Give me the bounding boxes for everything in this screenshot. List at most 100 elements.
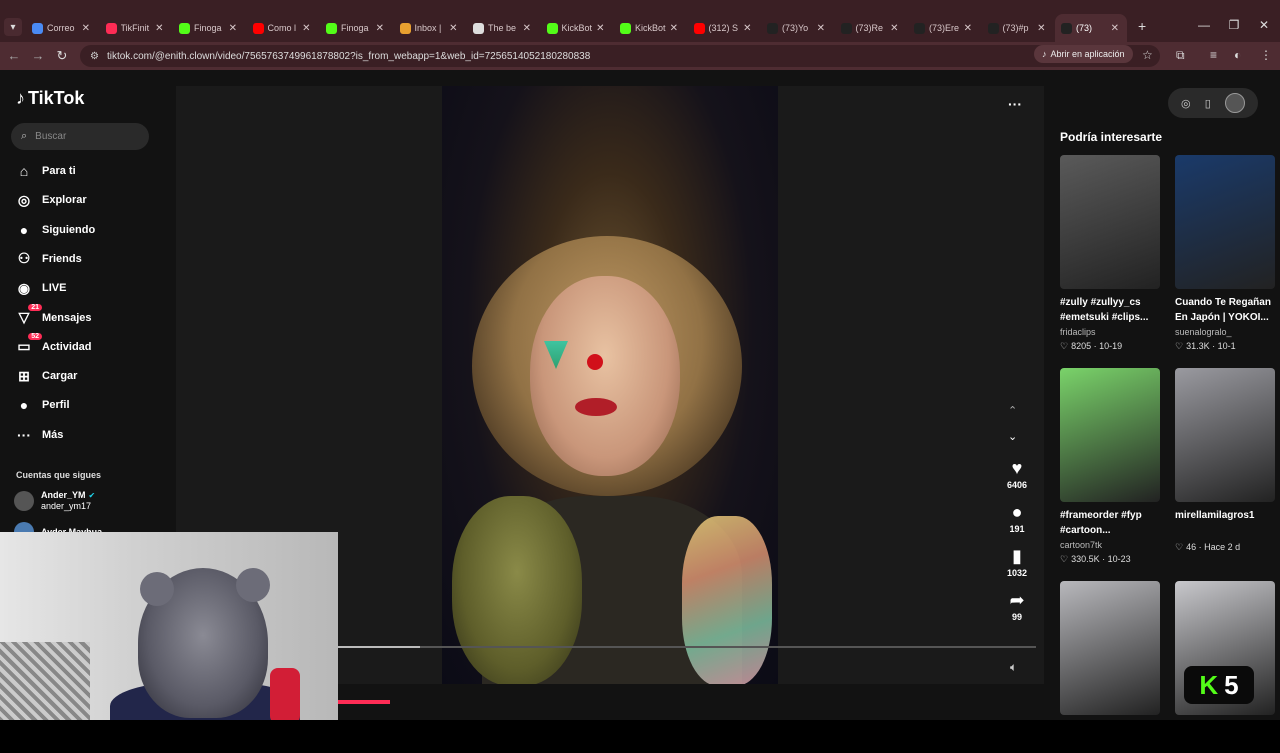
open-in-app-button[interactable]: ♪ Abrir en aplicación bbox=[1034, 45, 1133, 63]
video-author[interactable]: fridaclips bbox=[1060, 327, 1160, 337]
recommended-video-card[interactable] bbox=[1060, 581, 1160, 753]
tab-search-icon[interactable]: ▾ bbox=[4, 18, 22, 36]
close-tab-icon[interactable]: ✕ bbox=[82, 23, 90, 34]
volume-icon[interactable]: 🔈︎ bbox=[1010, 660, 1017, 675]
close-tab-icon[interactable]: ✕ bbox=[155, 23, 163, 34]
sidebar-item-cargar[interactable]: ⊞ Cargar bbox=[14, 365, 77, 387]
recommended-video-card[interactable]: mirellamilagros1 ♡ 46 · Hace 2 d bbox=[1175, 368, 1275, 553]
browser-tab[interactable]: (73)Re ✕ bbox=[835, 14, 907, 42]
minimize-icon[interactable]: — bbox=[1194, 18, 1214, 32]
browser-tab[interactable]: (73) ✕ bbox=[1055, 14, 1127, 42]
browser-tab[interactable]: (312) S ✕ bbox=[688, 14, 760, 42]
video-author[interactable]: suenalogralo_ bbox=[1175, 327, 1275, 337]
media-control-icon[interactable]: ≡ bbox=[1210, 48, 1217, 62]
browser-tab[interactable]: Correo ✕ bbox=[26, 14, 98, 42]
user-avatar[interactable] bbox=[1224, 93, 1245, 113]
restore-icon[interactable]: ❐ bbox=[1224, 18, 1244, 32]
video-thumbnail[interactable] bbox=[1060, 155, 1160, 289]
browser-tab[interactable]: Finoga ✕ bbox=[173, 14, 245, 42]
profile-icon[interactable]: ◐ bbox=[1234, 48, 1241, 62]
recommended-video-card[interactable]: Cuando Te Regañan En Japón | YOKOI... sue… bbox=[1175, 155, 1275, 352]
video-frame[interactable] bbox=[442, 86, 778, 684]
close-tab-icon[interactable]: ✕ bbox=[302, 23, 310, 34]
sidebar-item-perfil[interactable]: ● Perfil bbox=[14, 394, 70, 416]
messages-icon: ▽ 21 bbox=[14, 303, 42, 328]
browser-tab[interactable]: Como l ✕ bbox=[247, 14, 319, 42]
video-thumbnail[interactable] bbox=[1175, 155, 1275, 289]
search-input[interactable]: ⌕ Buscar bbox=[11, 123, 149, 150]
video-description[interactable]: Cuando Te Regañan En Japón | YOKOI... bbox=[1175, 295, 1275, 325]
browser-tab[interactable]: Finoga ✕ bbox=[320, 14, 392, 42]
share-action[interactable]: ➦ 99 bbox=[998, 590, 1036, 622]
new-tab-button[interactable]: + bbox=[1138, 18, 1146, 34]
comment-icon[interactable]: ● bbox=[998, 502, 1036, 522]
video-description[interactable] bbox=[1175, 721, 1275, 751]
tiktok-logo[interactable]: ♪ TikTok bbox=[16, 88, 84, 109]
bookmark-action[interactable]: ▮ 1032 bbox=[998, 546, 1036, 578]
close-tab-icon[interactable]: ✕ bbox=[1111, 23, 1119, 34]
close-tab-icon[interactable]: ✕ bbox=[964, 23, 972, 34]
browser-tab[interactable]: (73)Ere ✕ bbox=[908, 14, 980, 42]
comment-action[interactable]: ● 191 bbox=[998, 502, 1036, 534]
close-tab-icon[interactable]: ✕ bbox=[449, 23, 457, 34]
close-tab-icon[interactable]: ✕ bbox=[670, 23, 678, 34]
video-thumbnail[interactable] bbox=[1060, 368, 1160, 502]
back-icon[interactable]: ← bbox=[6, 48, 22, 63]
close-tab-icon[interactable]: ✕ bbox=[1037, 23, 1045, 34]
device-icon[interactable]: ▯ bbox=[1205, 97, 1211, 110]
video-description[interactable]: mirellamilagros1 bbox=[1175, 508, 1275, 538]
browser-tab[interactable]: Inbox | ✕ bbox=[394, 14, 466, 42]
heart-action[interactable]: ♥ 6406 bbox=[998, 458, 1036, 490]
close-tab-icon[interactable]: ✕ bbox=[376, 23, 384, 34]
video-description[interactable] bbox=[1060, 721, 1160, 751]
close-tab-icon[interactable]: ✕ bbox=[523, 23, 531, 34]
recommended-video-card[interactable]: #frameorder #fyp #cartoon... cartoon7tk ♡ 3… bbox=[1060, 368, 1160, 565]
browser-tab[interactable]: KickBot ✕ bbox=[541, 14, 613, 42]
coins-icon[interactable]: ◎ bbox=[1181, 97, 1191, 110]
browser-tab[interactable]: (73)#p ✕ bbox=[982, 14, 1054, 42]
site-info-icon[interactable]: ⚙ bbox=[90, 51, 99, 62]
video-thumbnail[interactable] bbox=[1060, 581, 1160, 715]
browser-tab[interactable]: TikFinit ✕ bbox=[100, 14, 172, 42]
sidebar-item-live[interactable]: ◉ LIVE bbox=[14, 277, 67, 299]
share-icon[interactable]: ➦ bbox=[998, 590, 1036, 610]
bookmark-icon[interactable]: ▮ bbox=[998, 546, 1036, 566]
browser-tab[interactable]: The be ✕ bbox=[467, 14, 539, 42]
close-tab-icon[interactable]: ✕ bbox=[890, 23, 898, 34]
account-name: Ander_YM bbox=[41, 490, 86, 500]
previous-video-icon[interactable]: ⌃ bbox=[1008, 404, 1017, 417]
reload-icon[interactable]: ↻ bbox=[54, 48, 70, 64]
close-tab-icon[interactable]: ✕ bbox=[229, 23, 237, 34]
recommended-video-card[interactable]: #zully #zullyy_cs #emetsuki #clips... fri… bbox=[1060, 155, 1160, 352]
sidebar-item-actividad[interactable]: ▭ 52 Actividad bbox=[14, 332, 92, 358]
browser-menu-icon[interactable]: ⋮ bbox=[1260, 48, 1272, 62]
bookmark-star-icon[interactable]: ☆ bbox=[1142, 48, 1153, 62]
browser-tab[interactable]: (73)Yo ✕ bbox=[761, 14, 833, 42]
forward-icon[interactable]: → bbox=[30, 48, 46, 63]
next-video-icon[interactable]: ⌄ bbox=[1008, 430, 1017, 443]
live-icon: ◉ bbox=[14, 278, 34, 298]
video-thumbnail[interactable] bbox=[1175, 368, 1275, 502]
sidebar-item-para-ti[interactable]: ⌂ Para ti bbox=[14, 160, 76, 182]
sidebar-item-friends[interactable]: ⚇ Friends bbox=[14, 248, 82, 270]
extensions-icon[interactable]: ⧉ bbox=[1176, 48, 1185, 63]
close-window-icon[interactable]: ✕ bbox=[1254, 18, 1274, 32]
video-progress-bar[interactable] bbox=[336, 646, 1036, 648]
sidebar-item-siguiendo[interactable]: ● Siguiendo bbox=[14, 219, 95, 241]
close-tab-icon[interactable]: ✕ bbox=[743, 23, 751, 34]
sidebar-item-más[interactable]: ··· Más bbox=[14, 424, 63, 446]
url-bar[interactable]: ⚙ tiktok.com/@enith.clown/video/75657637… bbox=[80, 45, 1160, 67]
close-tab-icon[interactable]: ✕ bbox=[817, 23, 825, 34]
tab-favicon-icon bbox=[105, 22, 117, 34]
icon-glyph: ● bbox=[19, 221, 29, 238]
more-options-icon[interactable]: ··· bbox=[1008, 96, 1022, 112]
sidebar-item-explorar[interactable]: ◎ Explorar bbox=[14, 189, 87, 211]
sidebar-item-mensajes[interactable]: ▽ 21 Mensajes bbox=[14, 303, 92, 329]
video-description[interactable]: #zully #zullyy_cs #emetsuki #clips... bbox=[1060, 295, 1160, 325]
video-author[interactable]: cartoon7tk bbox=[1060, 540, 1160, 550]
video-description[interactable]: #frameorder #fyp #cartoon... bbox=[1060, 508, 1160, 538]
browser-tab[interactable]: KickBot ✕ bbox=[614, 14, 686, 42]
following-account[interactable]: Ander_YM ✔ ander_ym17 bbox=[14, 490, 95, 512]
heart-icon[interactable]: ♥ bbox=[998, 458, 1036, 478]
close-tab-icon[interactable]: ✕ bbox=[596, 23, 604, 34]
